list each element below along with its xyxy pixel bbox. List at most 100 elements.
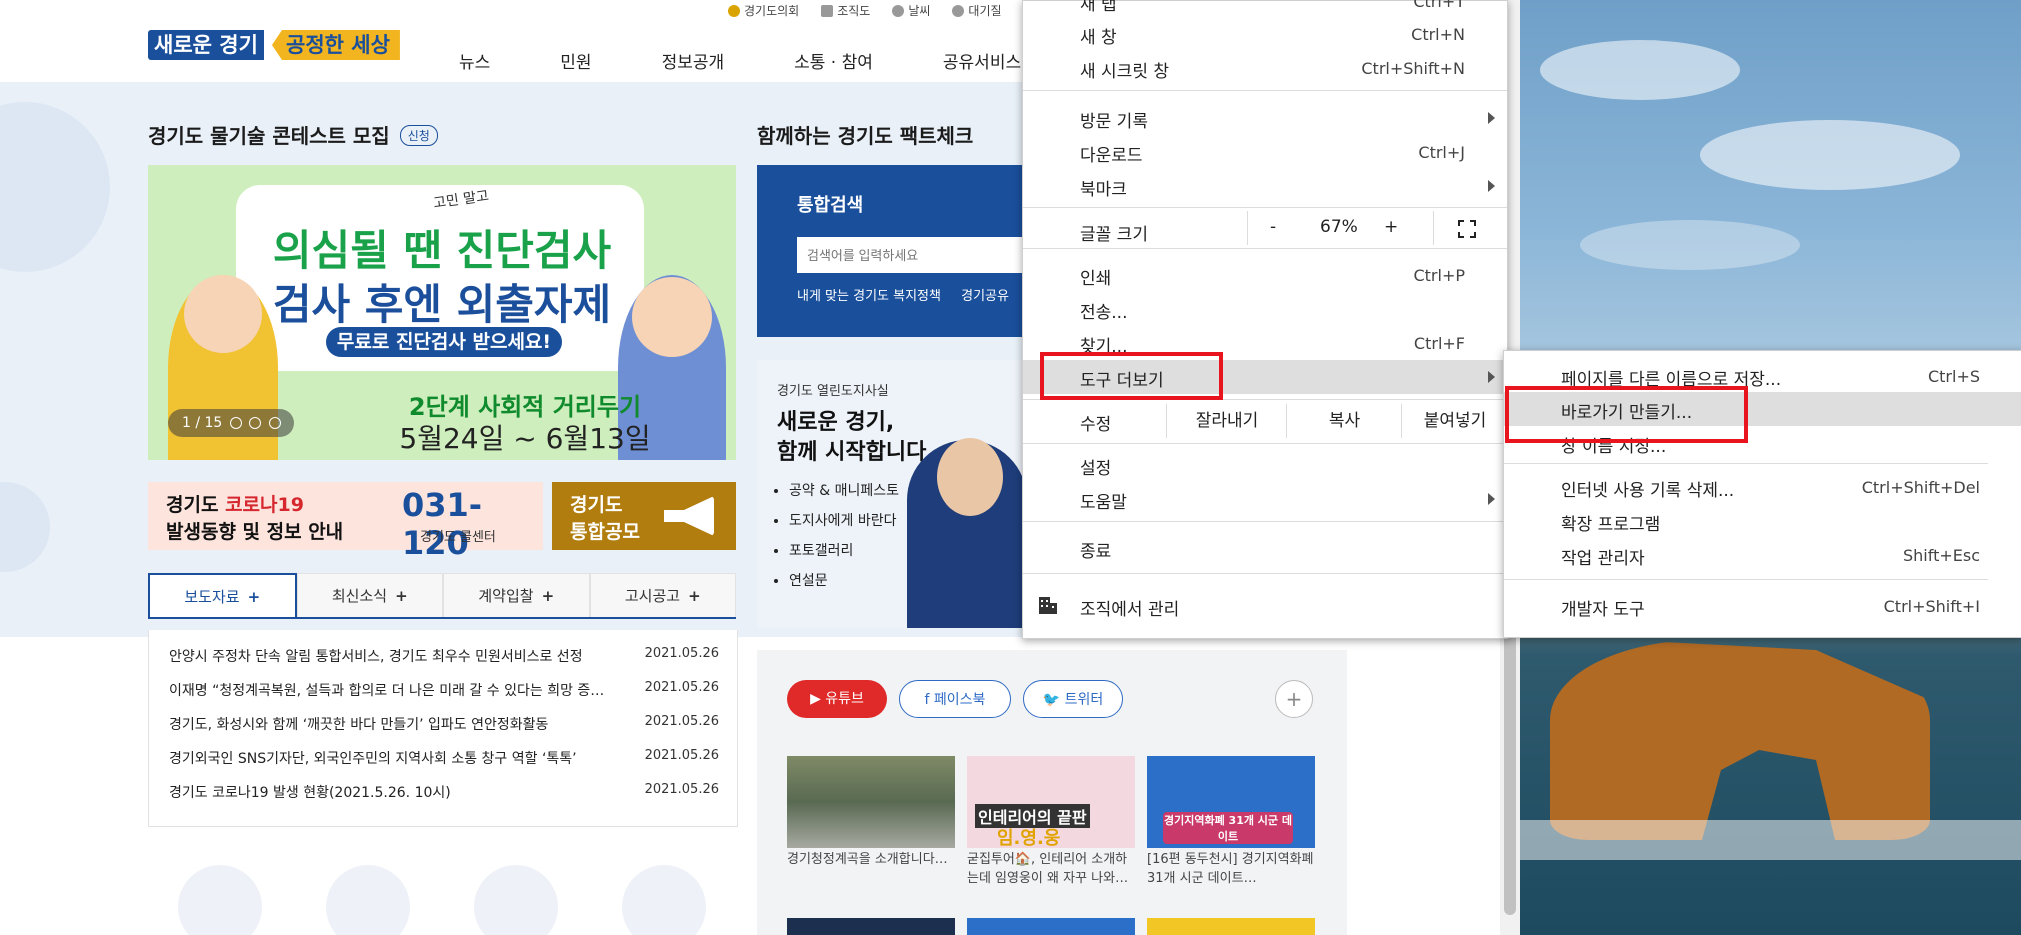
search-title: 통합검색 [797,195,864,216]
menu-separator [1023,248,1507,249]
building-icon [1038,595,1058,615]
video-thumb-4[interactable] [787,918,955,935]
list-item[interactable]: 경기외국인 SNS기자단, 외국인주민의 지역사회 소통 창구 역할 ‘톡톡’ 2… [169,748,719,768]
banner-line1: 의심될 땐 진단검사 [272,226,612,275]
zoom-level: 67% [1320,217,1358,237]
submenu-item-devtools[interactable]: 개발자 도구 Ctrl+Shift+I [1504,589,2021,623]
menu-item-print[interactable]: 인쇄 Ctrl+P [1023,258,1507,292]
gov-link-gallery[interactable]: 포토갤러리 [789,540,899,560]
youtube-button[interactable]: ▶ 유튜브 [787,680,887,718]
menu-item-new-window[interactable]: 새 창 Ctrl+N [1023,17,1507,51]
menu-item-history[interactable]: 방문 기록 [1023,101,1507,135]
rock-arch [1550,640,1930,840]
submenu-arrow-icon [1488,371,1495,383]
air-quality-icon [952,4,965,17]
tab-latest[interactable]: 최신소식 + [296,573,443,617]
logo-left[interactable]: 새로운 경기 [148,30,264,60]
highlight-box-more-tools [1040,352,1223,400]
video-caption-2[interactable]: 굳집투어🏠, 인테리어 소개하는데 임영웅이 왜 자꾸 나와… [967,850,1135,888]
tab-press[interactable]: 보도자료 + [148,573,297,617]
submenu-arrow-icon [1488,112,1495,124]
video-thumb-2[interactable]: 인테리어의 끝판 임.영.웅 [967,756,1135,849]
integrated-contest-banner[interactable]: 경기도 통합공모 [552,482,736,550]
search-link-welfare[interactable]: 내게 맞는 경기도 복지정책 [797,289,941,304]
prev-icon[interactable] [249,417,262,429]
map-icon[interactable] [326,865,410,935]
util-link-weather[interactable]: 날씨 [892,2,930,19]
tab-contract[interactable]: 계약입찰 + [443,573,590,617]
zoom-in-button[interactable]: + [1384,217,1398,237]
plus-icon: + [541,587,555,605]
wave-foam [1520,820,2021,860]
menu-item-new-tab[interactable]: 새 탭 Ctrl+T [1023,0,1507,18]
video-caption-3[interactable]: [16편 동두천시] 경기지역화폐 31개 시군 데이트… [1147,850,1315,888]
cut-button[interactable]: 잘라내기 [1166,404,1287,438]
menu-item-settings[interactable]: 설정 [1023,448,1507,482]
menu-separator [1504,579,1988,580]
list-item[interactable]: 경기도 코로나19 발생 현황(2021.5.26. 10시) 2021.05.2… [169,782,719,802]
facebook-button[interactable]: f 페이스북 [899,680,1011,718]
document-icon[interactable] [178,865,262,935]
list-item[interactable]: 경기도, 화성시와 함께 ‘깨끗한 바다 만들기’ 입파도 연안정화활동 2021… [169,714,719,734]
building-icon[interactable] [622,865,706,935]
corona-info-banner[interactable]: 경기도 코로나19 발생동향 및 정보 안내 031-120 경기도 콜센터 [148,482,543,562]
menu-item-managed[interactable]: 조직에서 관리 [1023,589,1507,623]
util-link-council[interactable]: 경기도의회 [728,2,799,19]
nav-news[interactable]: 뉴스 [459,48,490,73]
submenu-item-task-manager[interactable]: 작업 관리자 Shift+Esc [1504,538,2021,572]
nav-sharing[interactable]: 공유서비스 [943,48,1021,73]
paste-button[interactable]: 붙여넣기 [1401,404,1508,438]
tab-notice[interactable]: 고시공고 + [589,573,736,617]
council-icon [728,4,740,17]
search-link-sharing[interactable]: 경기공유 [961,289,1009,304]
governor-face [937,438,1003,516]
menu-item-help[interactable]: 도움말 [1023,482,1507,516]
submenu-item-clear-history[interactable]: 인터넷 사용 기록 삭제... Ctrl+Shift+Del [1504,470,2021,504]
governor-panel[interactable]: 경기도 열린도지사실 새로운 경기, 함께 시작합니다 공약 & 매니페스토 도… [757,360,1027,628]
submenu-item-extensions[interactable]: 확장 프로그램 [1504,504,2021,538]
pause-icon[interactable] [229,417,242,429]
list-item[interactable]: 안양시 주정차 단속 알림 통합서비스, 경기도 최우수 민원서비스로 선정 20… [169,646,719,666]
people-icon[interactable] [474,865,558,935]
apply-badge[interactable]: 신청 [399,125,438,146]
next-icon[interactable] [268,417,281,429]
menu-item-bookmarks[interactable]: 북마크 [1023,169,1507,203]
video-thumb-6[interactable] [1147,918,1315,935]
menu-item-exit[interactable]: 종료 [1023,531,1507,565]
list-item[interactable]: 이재명 “청정계곡복원, 설득과 합의로 더 나은 미래 갈 수 있다는 희망 … [169,680,719,700]
nav-civil[interactable]: 민원 [560,48,591,73]
covid-banner[interactable]: 고민 말고 의심될 땐 진단검사 검사 후엔 외출자제 무료로 진단검사 받으세… [148,165,736,460]
twitter-button[interactable]: 🐦 트위터 [1023,680,1123,718]
gov-link-pledge[interactable]: 공약 & 매니페스토 [789,480,899,500]
menu-item-incognito[interactable]: 새 시크릿 창 Ctrl+Shift+N [1023,51,1507,85]
zoom-out-button[interactable]: - [1270,217,1276,237]
util-link-air[interactable]: 대기질 [952,2,1002,19]
menu-separator [1023,90,1507,91]
nav-participation[interactable]: 소통 · 참여 [794,48,873,73]
nav-info[interactable]: 정보공개 [662,48,725,73]
more-plus-button[interactable]: + [1275,680,1313,718]
menu-item-cast[interactable]: 전송... [1023,292,1507,326]
video-caption-1[interactable]: 경기청정계곡을 소개합니다… [787,850,955,869]
fullscreen-button[interactable] [1433,211,1508,245]
gov-link-speech[interactable]: 연설문 [789,570,899,590]
video-thumb-5[interactable] [967,918,1135,935]
browser-menu: 새 탭 Ctrl+T 새 창 Ctrl+N 새 시크릿 창 Ctrl+Shift+N … [1022,0,1508,639]
fullscreen-icon [1458,220,1476,238]
search-input[interactable] [797,237,1027,273]
banner-pager: 1 / 15 [168,409,294,437]
twitter-icon: 🐦 [1042,692,1065,708]
video-thumb-1[interactable] [787,756,955,848]
menu-separator [1023,573,1507,574]
highlight-box-create-shortcut [1505,386,1748,443]
gov-link-request[interactable]: 도지사에게 바란다 [789,510,899,530]
copy-button[interactable]: 복사 [1286,404,1402,438]
plus-icon: + [395,587,408,605]
menu-item-downloads[interactable]: 다운로드 Ctrl+J [1023,135,1507,169]
video-thumb-3[interactable]: 경기지역화폐 31개 시군 데이트 [1147,756,1315,848]
util-link-org[interactable]: 조직도 [821,2,870,19]
section-title-contest: 경기도 물기술 콘테스트 모집 신청 [148,120,438,149]
logo-right[interactable]: 공정한 세상 [272,30,400,60]
global-nav: 뉴스 민원 정보공개 소통 · 참여 공유서비스 [459,48,1091,73]
search-links: 내게 맞는 경기도 복지정책 경기공유 [797,285,1009,304]
